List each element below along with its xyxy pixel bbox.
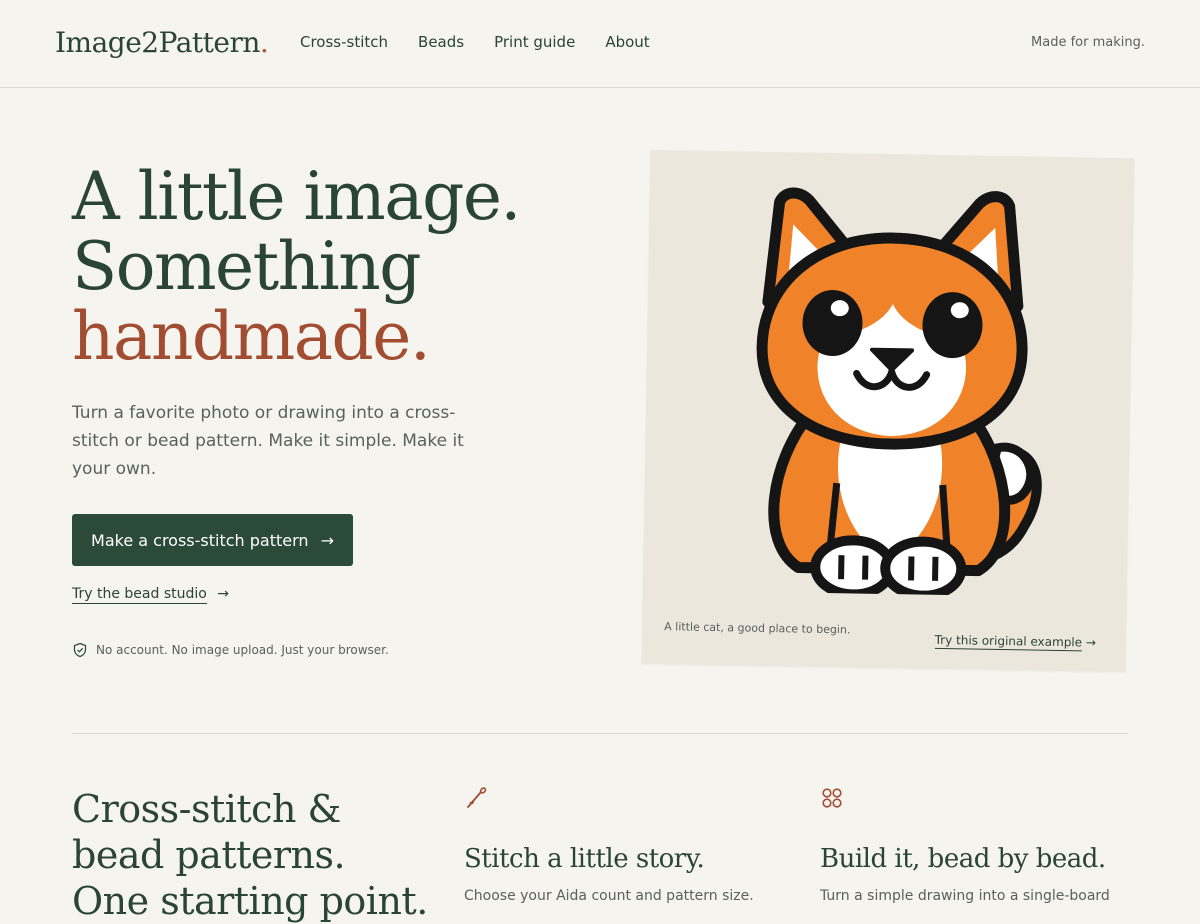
card-caption: A little cat, a good place to begin. (664, 620, 851, 637)
section-title-line2: bead patterns. (72, 833, 346, 877)
feature-desc: Turn a simple drawing into a single-boar… (820, 888, 1110, 904)
main-nav: Cross-stitch Beads Print guide About (300, 33, 650, 51)
bead-studio-link-label: Try the bead studio (72, 586, 207, 604)
privacy-note-text: No account. No image upload. Just your b… (96, 643, 389, 657)
feature-title: Build it, bead by bead. (820, 844, 1106, 874)
arrow-right-icon: → (320, 530, 334, 550)
section-title-line1: Cross-stitch & (72, 787, 341, 831)
nav-beads[interactable]: Beads (418, 33, 464, 51)
beads-icon (822, 788, 842, 808)
hero-title: A little image. Something handmade. (72, 158, 521, 375)
feature-cross-stitch: Stitch a little story. Choose your Aida … (464, 786, 754, 904)
section-divider (72, 733, 1128, 734)
logo[interactable]: Image2Pattern. (55, 26, 269, 59)
nav-about[interactable]: About (605, 33, 649, 51)
nav-print-guide[interactable]: Print guide (494, 33, 575, 51)
privacy-note: No account. No image upload. Just your b… (72, 642, 389, 658)
try-example-link-label: Try this original example (934, 632, 1083, 652)
feature-desc: Choose your Aida count and pattern size. (464, 888, 754, 904)
arrow-right-icon: → (1085, 635, 1097, 650)
nav-cross-stitch[interactable]: Cross-stitch (300, 33, 388, 51)
section-title: Cross-stitch & bead patterns. One starti… (72, 786, 428, 924)
arrow-right-icon: → (217, 586, 230, 602)
needle-icon (467, 787, 487, 808)
cross-stitch-cta-button[interactable]: Make a cross-stitch pattern → (72, 514, 353, 566)
hero-title-line1: A little image. (72, 158, 521, 235)
section-title-line3: One starting point. (72, 879, 428, 923)
cat-illustration (756, 187, 1042, 597)
hero-title-line2: Something (72, 228, 421, 305)
bead-studio-link[interactable]: Try the bead studio → (72, 586, 230, 604)
hero-title-line3: handmade. (72, 298, 431, 375)
site-header: Image2Pattern. Cross-stitch Beads Print … (0, 0, 1200, 88)
feature-title: Stitch a little story. (464, 844, 705, 874)
example-card: A little cat, a good place to begin. Try… (641, 149, 1135, 673)
try-example-link[interactable]: Try this original example → (934, 632, 1097, 652)
header-tagline: Made for making. (1031, 35, 1145, 50)
feature-beads: Build it, bead by bead. Turn a simple dr… (820, 786, 1110, 904)
hero-subtitle: Turn a favorite photo or drawing into a … (72, 403, 464, 479)
cta-label: Make a cross-stitch pattern (91, 530, 309, 550)
shield-check-icon (73, 642, 87, 658)
